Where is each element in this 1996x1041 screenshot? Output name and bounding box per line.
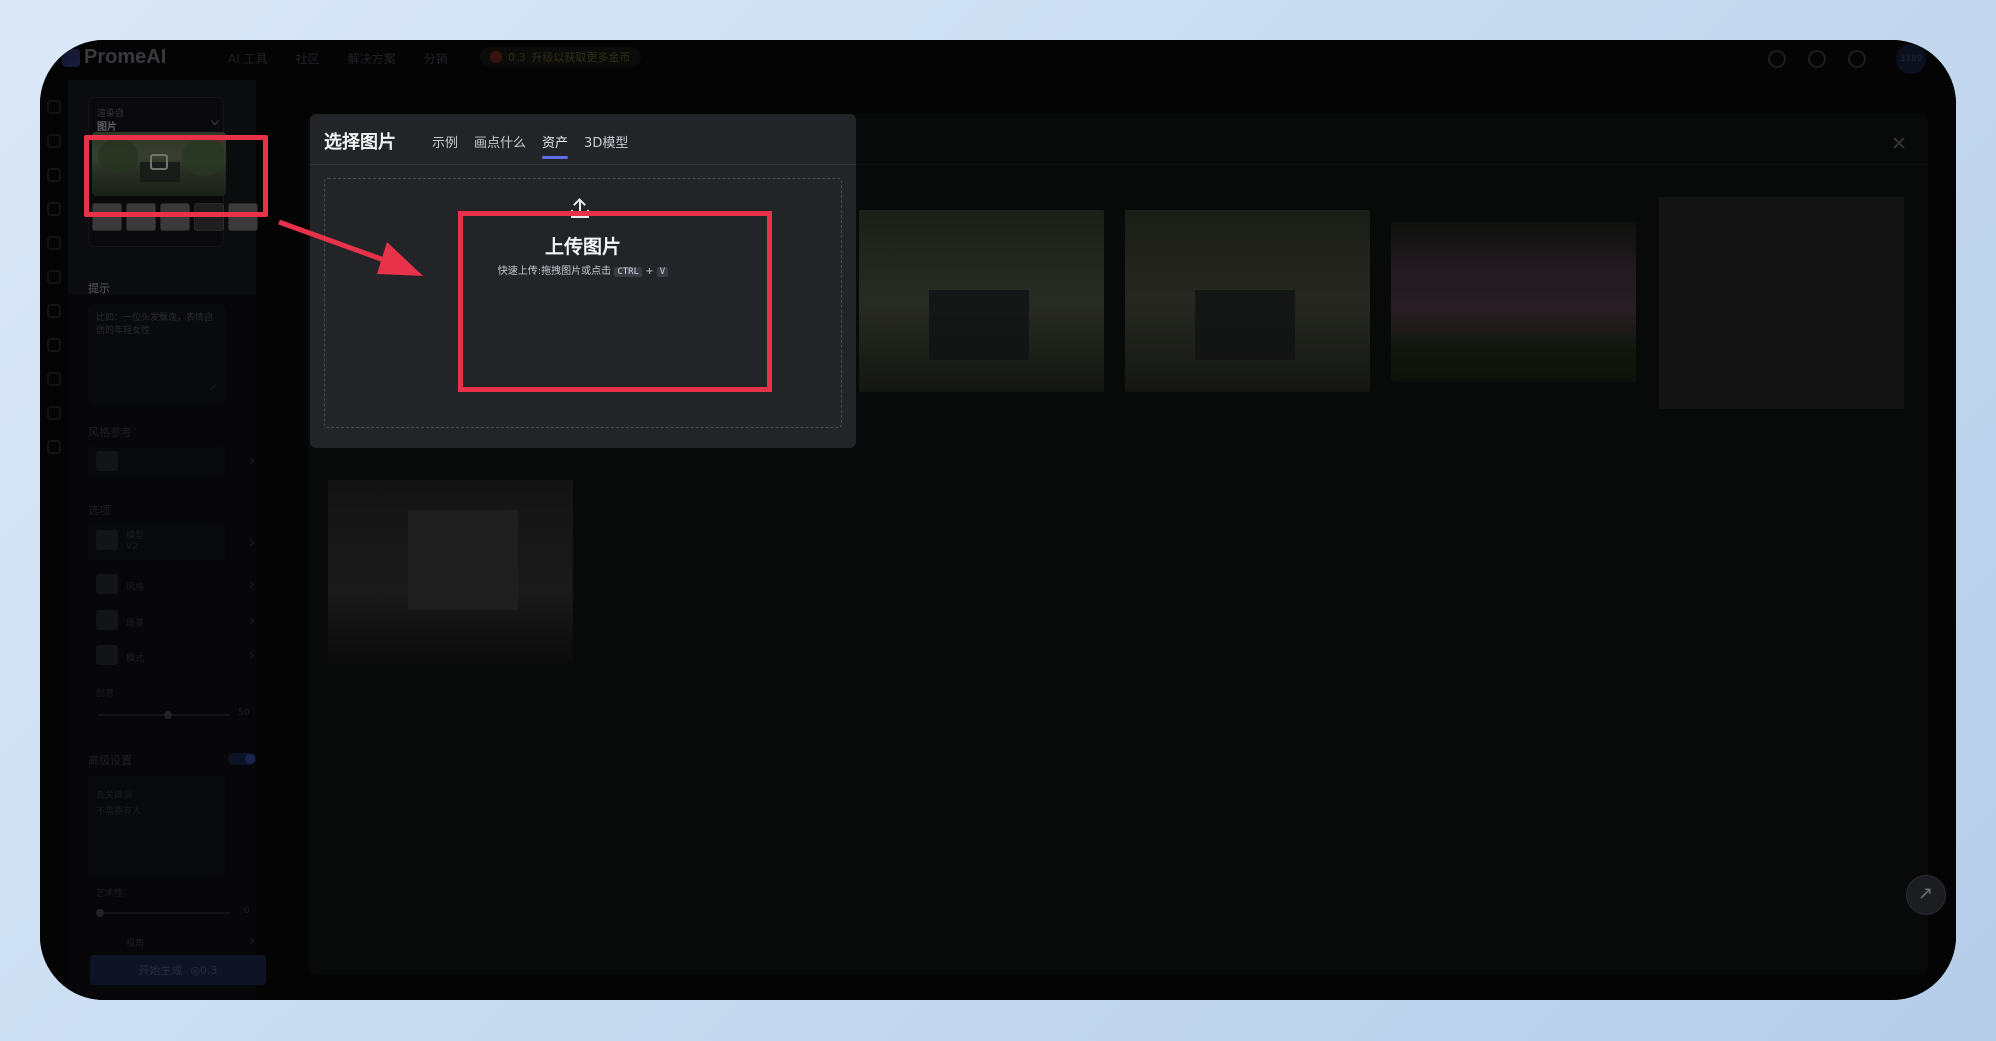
compass-icon[interactable] <box>47 270 61 284</box>
gallery-icon[interactable] <box>47 202 61 216</box>
annotation-arrow <box>278 219 423 276</box>
app-window: PromeAI AI 工具 社区 解决方案 分销 0.3 升级以获取更多金币 3… <box>40 40 1956 1000</box>
graduation-cap-icon[interactable] <box>1808 50 1826 68</box>
close-icon[interactable] <box>1892 136 1906 150</box>
nav-item-community[interactable]: 社区 <box>296 50 320 67</box>
screen: PromeAI AI 工具 社区 解决方案 分销 0.3 升级以获取更多金币 3… <box>40 40 1956 1000</box>
nav-item-solutions[interactable]: 解决方案 <box>348 50 396 67</box>
advanced-toggle[interactable] <box>228 753 256 765</box>
history-icon[interactable] <box>47 134 61 148</box>
style-thumbnail <box>96 574 118 594</box>
prompt-label: 提示 <box>88 282 110 295</box>
top-icons <box>1768 50 1866 68</box>
negative-label: 负关键词 <box>96 791 133 801</box>
logo[interactable]: PromeAI <box>62 46 166 69</box>
top-nav: PromeAI AI 工具 社区 解决方案 分销 0.3 升级以获取更多金币 3… <box>40 40 1956 80</box>
bulb-icon[interactable] <box>47 236 61 250</box>
coin-icon <box>490 51 502 63</box>
asset-thumbnail[interactable] <box>1125 210 1370 392</box>
generate-cost: 0.3 <box>200 963 218 977</box>
creativity-value: 50 <box>238 708 250 718</box>
modal-tabs: 示例 画点什么 资产 3D模型 <box>432 132 628 159</box>
highlight-upload-area <box>458 211 772 392</box>
asset-thumbnail[interactable] <box>859 210 1104 392</box>
generate-button[interactable]: 开始生成 ◎ 0.3 <box>90 955 266 985</box>
share-button[interactable] <box>1906 875 1946 915</box>
promo-text: 升级以获取更多金币 <box>531 51 631 64</box>
asset-building <box>929 290 1029 360</box>
highlight-source-image <box>84 135 268 217</box>
render-from-select[interactable]: 图片 <box>97 118 117 133</box>
asset-building <box>408 510 518 610</box>
arrow-head <box>377 242 423 276</box>
prompt-placeholder: 比如：一位头发飘逸，表情自信的年轻女性 <box>96 313 214 336</box>
asset-thumbnail[interactable] <box>1659 197 1904 409</box>
arrow-shaft <box>278 219 396 267</box>
model-label: 模型 <box>126 531 145 541</box>
creativity-slider-knob[interactable] <box>164 711 172 719</box>
globe-icon[interactable] <box>1848 50 1866 68</box>
mode-thumbnail <box>96 645 118 665</box>
nav-item-distribution[interactable]: 分销 <box>424 50 448 67</box>
scene-label[interactable]: 场景 <box>126 616 144 629</box>
asset-thumbnail[interactable] <box>1391 222 1636 382</box>
model-value: V2 <box>126 542 138 552</box>
headset-icon[interactable] <box>1768 50 1786 68</box>
cube-icon[interactable] <box>47 168 61 182</box>
artistry-slider[interactable] <box>98 912 230 914</box>
tools-icon[interactable] <box>47 406 61 420</box>
modal-title: 选择图片 <box>324 132 396 153</box>
palette-icon[interactable] <box>47 304 61 318</box>
upgrade-promo[interactable]: 0.3 升级以获取更多金币 <box>480 47 641 67</box>
bell-icon[interactable] <box>47 338 61 352</box>
tab-assets[interactable]: 资产 <box>542 132 569 159</box>
asset-building <box>1195 290 1295 360</box>
scene-thumbnail <box>96 610 118 630</box>
modal-divider <box>310 164 856 165</box>
brand-name: PromeAI <box>84 46 167 68</box>
avatar[interactable]: 3189 <box>1896 44 1926 74</box>
generate-label: 开始生成 <box>138 964 183 977</box>
promo-count: 0.3 <box>508 50 526 64</box>
tab-draw[interactable]: 画点什么 <box>474 132 526 157</box>
image-placeholder-icon <box>96 451 118 471</box>
view-label[interactable]: 视角 <box>126 936 144 949</box>
artistry-slider-knob[interactable] <box>96 909 104 917</box>
nav-items: AI 工具 社区 解决方案 分销 <box>228 50 448 67</box>
mode-label[interactable]: 模式 <box>126 651 144 664</box>
creativity-label: 创意 <box>96 689 115 699</box>
home-icon[interactable] <box>47 100 61 114</box>
model-thumbnail <box>96 530 118 550</box>
basket-icon[interactable] <box>47 440 61 454</box>
tab-3d-model[interactable]: 3D模型 <box>584 132 628 157</box>
style-label[interactable]: 风格 <box>126 580 144 593</box>
user-icon[interactable] <box>47 372 61 386</box>
options-label: 选项 <box>88 504 110 517</box>
style-ref-label: 风格参考 <box>88 426 132 439</box>
artistry-value: 0 <box>244 906 250 916</box>
logo-icon <box>62 48 80 67</box>
tab-examples[interactable]: 示例 <box>432 132 458 157</box>
asset-thumbnail[interactable] <box>328 480 573 662</box>
artistry-label: 艺术性 <box>96 889 124 899</box>
left-rail <box>40 100 68 474</box>
advanced-label: 高级设置 <box>88 754 132 767</box>
negative-value: 不需要有人 <box>96 807 142 817</box>
nav-item-ai-tools[interactable]: AI 工具 <box>228 50 268 67</box>
coin-icon: ◎ <box>190 963 201 977</box>
